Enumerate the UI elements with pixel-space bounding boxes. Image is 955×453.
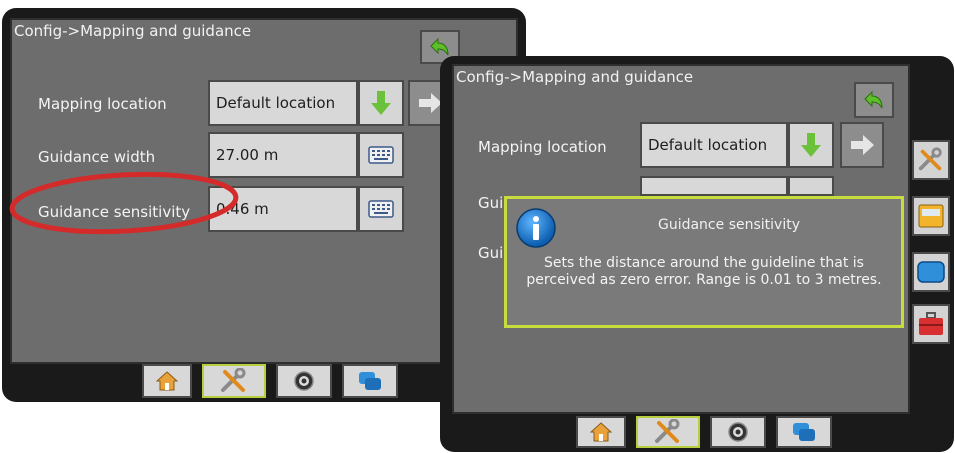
tools-icon xyxy=(918,147,942,171)
popup-title: Guidance sensitivity xyxy=(657,217,800,233)
tools-icon xyxy=(221,368,246,392)
tab-data[interactable] xyxy=(342,364,398,398)
tab-gnss[interactable] xyxy=(710,416,766,448)
back-arrow-icon xyxy=(430,37,449,56)
keyboard-button[interactable] xyxy=(788,176,834,196)
download-button[interactable] xyxy=(358,80,404,126)
tab-tools[interactable] xyxy=(636,416,700,448)
data-icon xyxy=(793,423,815,441)
tools-icon xyxy=(655,419,680,443)
keyboard-icon xyxy=(368,200,394,218)
right-content-panel: Config->Mapping and guidance Mapping loc… xyxy=(452,64,910,414)
mapping-location-label: Mapping location xyxy=(38,95,167,113)
green-down-arrow-icon xyxy=(371,91,391,115)
tab-home[interactable] xyxy=(142,364,192,398)
popup-message: Sets the distance around the guideline t… xyxy=(526,255,882,288)
highlight-circle xyxy=(9,171,239,235)
side-tab-toolbox[interactable] xyxy=(912,304,950,344)
right-arrow-icon xyxy=(851,135,874,155)
side-tab-tools[interactable] xyxy=(912,140,950,180)
keyboard-button[interactable] xyxy=(358,186,404,232)
tab-gnss[interactable] xyxy=(276,364,332,398)
display-icon xyxy=(917,261,945,283)
guidance-width-field[interactable] xyxy=(640,176,788,196)
mapping-location-field[interactable]: Default location xyxy=(640,122,788,168)
side-tab-display[interactable] xyxy=(912,252,950,292)
mapping-location-label: Mapping location xyxy=(478,138,607,156)
mapping-location-field[interactable]: Default location xyxy=(208,80,358,126)
side-tab-console[interactable] xyxy=(912,196,950,236)
toolbox-icon xyxy=(919,312,943,335)
home-icon xyxy=(156,371,178,391)
page-title: Config->Mapping and guidance xyxy=(14,22,252,40)
right-screen: Config->Mapping and guidance Mapping loc… xyxy=(440,56,954,452)
next-button[interactable] xyxy=(840,122,884,168)
console-icon xyxy=(918,204,944,228)
home-icon xyxy=(590,422,612,442)
back-arrow-icon xyxy=(864,90,883,109)
keyboard-button[interactable] xyxy=(358,132,404,178)
info-popup: Guidance sensitivity Sets the distance a… xyxy=(504,196,904,328)
guidance-width-label: Guidance width xyxy=(38,148,156,166)
green-down-arrow-icon xyxy=(801,133,821,157)
info-icon xyxy=(516,208,556,248)
tab-tools[interactable] xyxy=(202,364,266,398)
download-button[interactable] xyxy=(788,122,834,168)
keyboard-icon xyxy=(368,146,394,164)
data-icon xyxy=(359,372,381,390)
gnss-target-icon xyxy=(294,371,314,391)
tab-data[interactable] xyxy=(776,416,832,448)
gnss-target-icon xyxy=(728,422,748,442)
back-button[interactable] xyxy=(854,82,894,118)
page-title: Config->Mapping and guidance xyxy=(456,68,694,86)
tab-home[interactable] xyxy=(576,416,626,448)
